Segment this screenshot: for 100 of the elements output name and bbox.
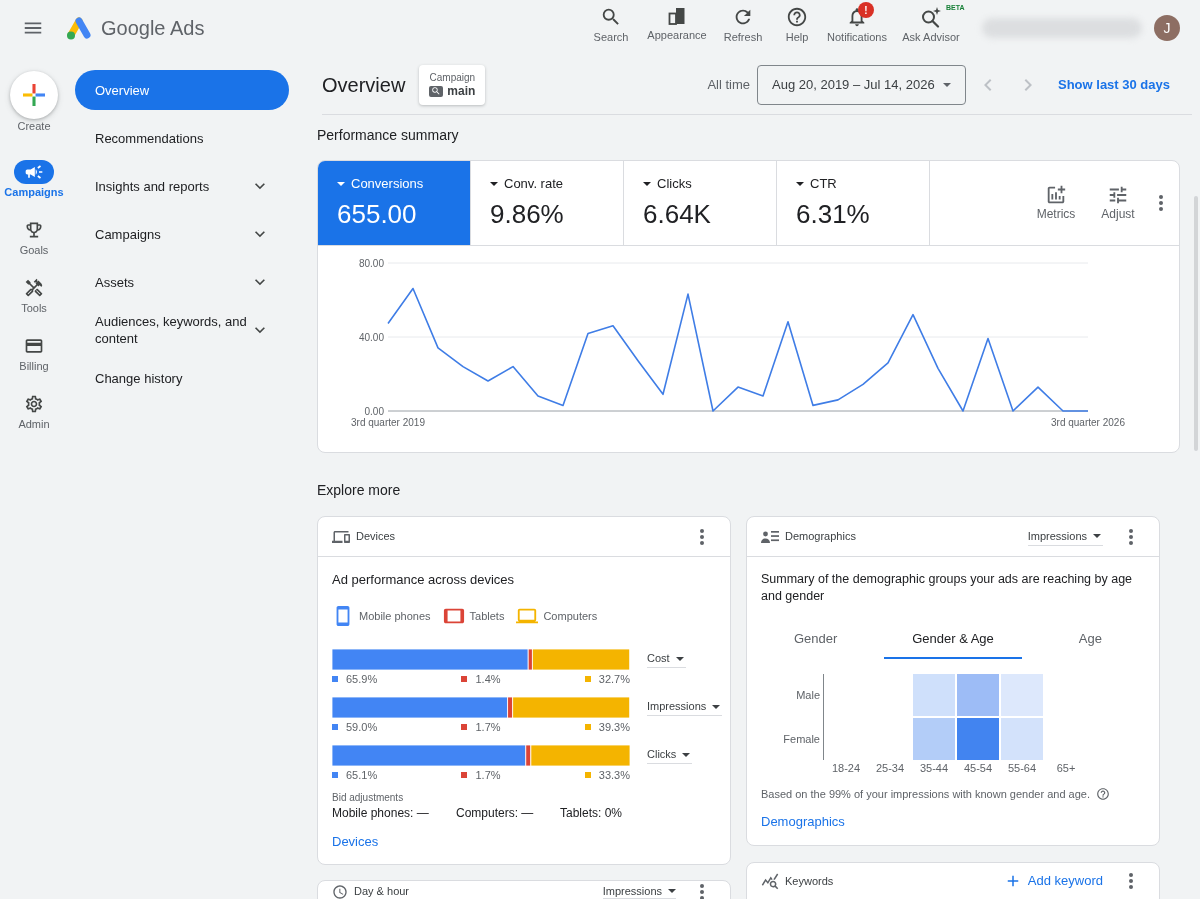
rail-item[interactable]: Campaigns [0,160,68,218]
bar-blocks-icon [667,6,687,26]
color-swatch-icon [461,724,468,730]
bid-adjustment-text: Tablets: 0% [560,805,624,821]
nav-item[interactable]: Overview [75,70,289,110]
more-options-icon[interactable] [700,528,704,545]
rail-item[interactable]: Tools [0,276,68,334]
value-label: 33.3% [598,767,630,783]
tab[interactable]: Gender & Age [884,620,1022,659]
nav-item[interactable]: Audiences, keywords, and content [75,310,289,350]
search-tile-icon [429,85,444,97]
create-label: Create [17,119,51,133]
chart-search-icon [761,872,779,890]
bid-adjustment-text: Mobile phones: — [332,805,430,821]
notifications-button[interactable]: Notifications ! [823,0,891,56]
color-swatch-icon [332,676,338,682]
card-title: Devices [356,529,396,545]
create-button[interactable] [10,71,58,119]
nav-item[interactable]: Recommendations [75,118,289,158]
dropdown-caret-icon [337,182,345,186]
dropdown-caret-icon [796,182,804,186]
campaign-filter-chip[interactable]: Campaign main [419,65,486,105]
rail-item[interactable]: Goals [0,218,68,276]
tab[interactable]: Gender [747,620,885,659]
legend-label: Tablets [469,608,505,624]
help-icon[interactable] [1096,787,1110,801]
metric-tile[interactable]: Conversions 655.00 [318,161,471,245]
chart-tool-button[interactable]: Metrics [1025,179,1087,227]
people-list-icon [761,529,779,544]
search-button[interactable]: Search [583,0,639,56]
notification-badge: ! [858,2,874,18]
y-axis-label: 40.00 [358,331,384,343]
value-label: 65.9% [346,671,378,687]
card-subtitle: Ad performance across devices [332,571,516,589]
value-label: 59.0% [346,719,378,735]
card-title: Keywords [785,874,834,889]
more-options-icon[interactable] [1159,195,1163,211]
more-options-icon[interactable] [700,884,704,899]
value-label: 32.7% [598,671,630,687]
footnote-text: Based on the 99% of your impressions with known gender and age. [761,787,1090,801]
nav-item[interactable]: Change history [75,358,289,398]
legend-label: Mobile phones [359,608,431,624]
dropdown-caret-icon [668,889,676,893]
more-options-icon[interactable] [1129,528,1133,545]
row-label: Female [783,731,820,747]
range-label: All time [707,76,750,95]
metric-dropdown[interactable]: Impressions [647,698,723,716]
color-swatch-icon [584,772,591,778]
sliders-icon [1107,184,1129,206]
clock-icon [332,884,348,899]
metric-dropdown[interactable]: Impressions [602,884,676,899]
rail-item[interactable]: Billing [0,334,68,392]
value-label: 1.7% [475,767,501,783]
nav-item[interactable]: Campaigns [75,214,289,254]
row-label: Male [796,687,820,703]
dropdown-caret-icon [675,656,684,661]
color-swatch-icon [584,676,591,682]
bid-adjustments-label: Bid adjustments [332,791,405,805]
chart-tool-button[interactable]: Adjust [1087,179,1149,227]
column-label: 65+ [1055,761,1077,775]
logo-icon [65,16,93,40]
x-axis-label: 3rd quarter 2026 [1051,416,1125,428]
demographics-link[interactable]: Demographics [761,813,845,831]
section-title: Performance summary [317,126,460,145]
value-label: 65.1% [346,767,378,783]
card-title: Day & hour [354,884,410,898]
column-label: 35-44 [918,761,950,775]
help-icon [786,6,808,28]
date-range-dropdown[interactable]: Aug 20, 2019 – Jul 14, 2026 [757,65,966,105]
show-last-link[interactable]: Show last 30 days [1058,75,1170,95]
appearance-button[interactable]: Appearance [639,0,715,56]
product-name: Google Ads [101,16,205,41]
devices-link[interactable]: Devices [332,833,379,851]
metric-dropdown[interactable]: Impressions [1027,527,1103,546]
legend-label: Computers [543,608,598,624]
help-button[interactable]: Help [771,0,823,56]
dropdown-caret-icon [490,182,498,186]
add-keyword-button[interactable]: Add keyword [1003,872,1103,890]
x-axis-label: 3rd quarter 2019 [351,416,425,428]
color-swatch-icon [332,772,338,778]
value-label: 39.3% [598,719,630,735]
value-label: 1.7% [475,719,501,735]
nav-item[interactable]: Insights and reports [75,166,289,206]
nav-item[interactable]: Assets [75,262,289,302]
user-avatar[interactable]: J [1154,15,1180,41]
sparkle-search-icon [920,6,942,28]
more-options-icon[interactable] [1129,873,1133,889]
rail-item[interactable]: Admin [0,392,68,450]
refresh-button[interactable]: Refresh [715,0,771,56]
color-swatch-icon [332,724,338,730]
card-title: Demographics [785,529,856,545]
card-summary: Summary of the demographic groups your ads are reaching by age and gender [761,571,1134,605]
dropdown-caret-icon [943,83,951,87]
search-icon [600,6,622,28]
tab[interactable]: Age [1021,620,1159,659]
megaphone-icon [14,160,54,184]
metric-dropdown[interactable]: Cost [647,650,686,668]
column-label: 55-64 [1006,761,1038,775]
metric-dropdown[interactable]: Clicks [647,746,693,764]
plus-icon [23,84,45,106]
